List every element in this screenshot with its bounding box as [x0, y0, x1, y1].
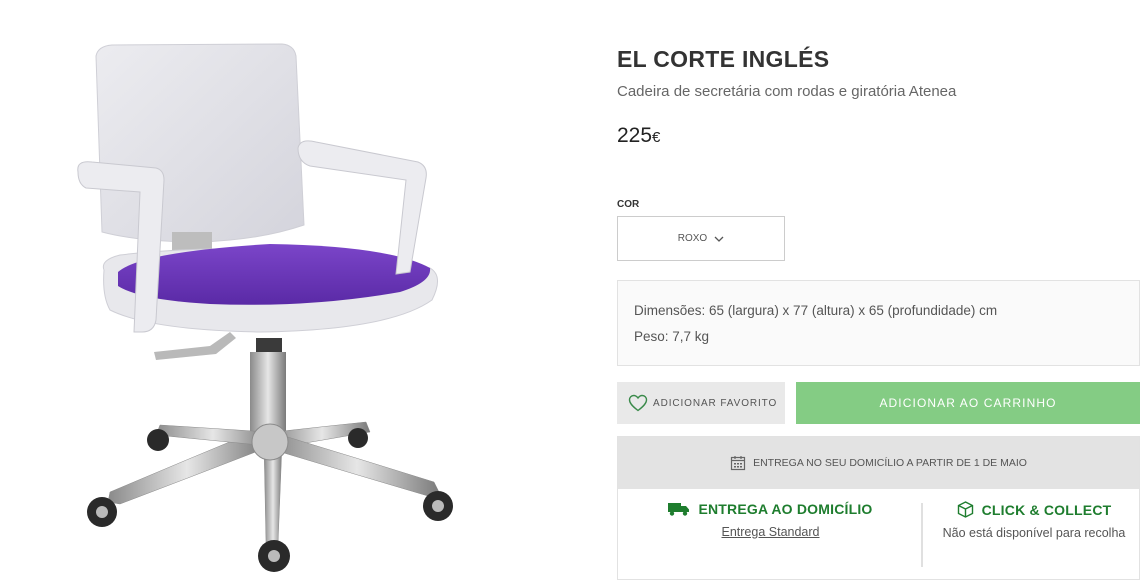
delivery-options: ENTREGA AO DOMICÍLIO Entrega Standard CL… [618, 489, 1139, 579]
specs-box: Dimensões: 65 (largura) x 77 (altura) x … [617, 280, 1140, 366]
chevron-down-icon [714, 236, 724, 242]
price-value: 225 [617, 124, 653, 147]
calendar-icon [730, 456, 746, 471]
home-delivery-title: ENTREGA AO DOMICÍLIO [698, 501, 873, 517]
click-collect-option: CLICK & COLLECT Não está disponível para… [928, 501, 1140, 542]
add-to-cart-button[interactable]: ADICIONAR AO CARRINHO [796, 382, 1140, 424]
add-favorite-label: ADICIONAR FAVORITO [653, 397, 778, 409]
options-divider [921, 503, 923, 567]
heart-icon [628, 394, 648, 412]
color-selected-value: ROXO [677, 233, 708, 244]
delivery-banner: ENTREGA NO SEU DOMICÍLIO A PARTIR DE 1 D… [618, 437, 1139, 489]
click-collect-status: Não está disponível para recolha [942, 526, 1126, 540]
truck-icon [668, 503, 690, 516]
add-favorite-button[interactable]: ADICIONAR FAVORITO [617, 382, 785, 424]
product-title: Cadeira de secretária com rodas e girató… [617, 83, 957, 100]
price-currency: € [652, 129, 661, 146]
product-image [60, 20, 480, 580]
color-select[interactable]: ROXO [617, 216, 785, 261]
package-icon [957, 501, 973, 518]
click-collect-heading: CLICK & COLLECT [928, 501, 1140, 518]
color-label: COR [617, 199, 640, 210]
click-collect-title: CLICK & COLLECT [981, 501, 1112, 518]
home-delivery-option: ENTREGA AO DOMICÍLIO Entrega Standard [618, 501, 923, 541]
home-delivery-heading: ENTREGA AO DOMICÍLIO [618, 501, 923, 517]
delivery-box: ENTREGA NO SEU DOMICÍLIO A PARTIR DE 1 D… [617, 436, 1140, 580]
standard-delivery-link[interactable]: Entrega Standard [618, 524, 923, 541]
delivery-banner-text: ENTREGA NO SEU DOMICÍLIO A PARTIR DE 1 D… [753, 457, 1027, 469]
brand-name: EL CORTE INGLÉS [617, 46, 830, 72]
specs-weight: Peso: 7,7 kg [634, 329, 710, 344]
office-chair-image [77, 43, 453, 572]
specs-dimensions: Dimensões: 65 (largura) x 77 (altura) x … [634, 303, 998, 318]
product-price: 225€ [617, 124, 660, 148]
